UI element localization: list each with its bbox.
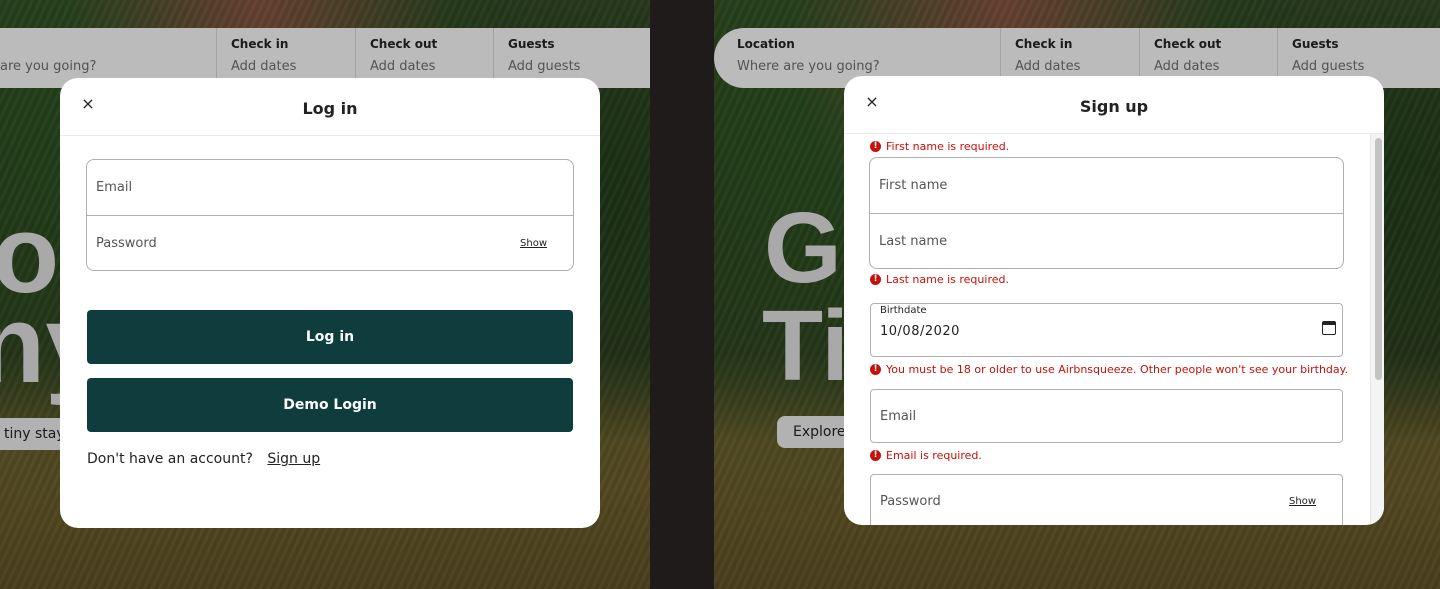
email-field[interactable]: Email bbox=[87, 160, 573, 215]
first-name-error: ! First name is required. bbox=[870, 138, 1009, 154]
error-icon: ! bbox=[870, 449, 881, 461]
email-error: ! Email is required. bbox=[870, 447, 982, 463]
birthdate-error: ! You must be 18 or older to use Airbnsq… bbox=[870, 361, 1348, 377]
last-name-error-text: Last name is required. bbox=[886, 272, 1009, 286]
email-placeholder: Email bbox=[96, 180, 133, 195]
first-name-placeholder: First name bbox=[879, 178, 948, 193]
scrollbar-thumb[interactable] bbox=[1375, 138, 1382, 380]
email-error-text: Email is required. bbox=[886, 448, 982, 462]
login-button[interactable]: Log in bbox=[87, 310, 573, 364]
birthdate-value: 10/08/2020 bbox=[880, 324, 960, 339]
login-modal: × Log in Email Password Show Log in Demo… bbox=[60, 78, 600, 528]
last-name-field[interactable]: Last name bbox=[870, 213, 1343, 268]
birthdate-error-text: You must be 18 or older to use Airbnsque… bbox=[886, 362, 1349, 376]
password-placeholder: Password bbox=[96, 236, 157, 251]
signup-screen: Ge Ti Explore Location Where are you goi… bbox=[714, 0, 1440, 589]
password-placeholder: Password bbox=[880, 494, 941, 509]
login-modal-header: × Log in bbox=[60, 78, 600, 136]
signup-modal-header: × Sign up bbox=[844, 76, 1384, 134]
demo-login-button[interactable]: Demo Login bbox=[87, 378, 573, 432]
signup-link[interactable]: Sign up bbox=[267, 451, 320, 467]
email-field[interactable]: Email bbox=[870, 389, 1343, 443]
last-name-error: ! Last name is required. bbox=[870, 271, 1009, 287]
email-placeholder: Email bbox=[880, 409, 917, 424]
scrollbar[interactable] bbox=[1370, 134, 1384, 525]
last-name-placeholder: Last name bbox=[879, 234, 948, 249]
show-password-button[interactable]: Show bbox=[520, 238, 547, 249]
signup-title: Sign up bbox=[1079, 97, 1149, 116]
birthdate-field[interactable]: Birthdate 10/08/2020 bbox=[870, 303, 1343, 357]
password-field[interactable]: Password Show bbox=[87, 215, 573, 270]
first-name-error-text: First name is required. bbox=[886, 139, 1010, 153]
error-icon: ! bbox=[870, 273, 881, 285]
first-name-field[interactable]: First name bbox=[870, 158, 1343, 213]
error-icon: ! bbox=[870, 140, 881, 152]
no-account-text: Don't have an account? bbox=[87, 451, 253, 467]
signup-modal: × Sign up ! First name is required. Firs… bbox=[844, 76, 1384, 525]
login-title: Log in bbox=[302, 99, 358, 118]
error-icon: ! bbox=[870, 363, 881, 375]
signup-prompt: Don't have an account? Sign up bbox=[87, 451, 320, 467]
birthdate-label: Birthdate bbox=[880, 305, 927, 316]
login-fields: Email Password Show bbox=[86, 159, 574, 271]
calendar-icon[interactable] bbox=[1322, 321, 1336, 335]
login-screen: o ny tiny stays Location are you going? … bbox=[0, 0, 650, 589]
password-field[interactable]: Password Show bbox=[870, 474, 1343, 525]
show-password-button[interactable]: Show bbox=[1289, 496, 1316, 507]
name-fields: First name Last name bbox=[869, 157, 1344, 269]
